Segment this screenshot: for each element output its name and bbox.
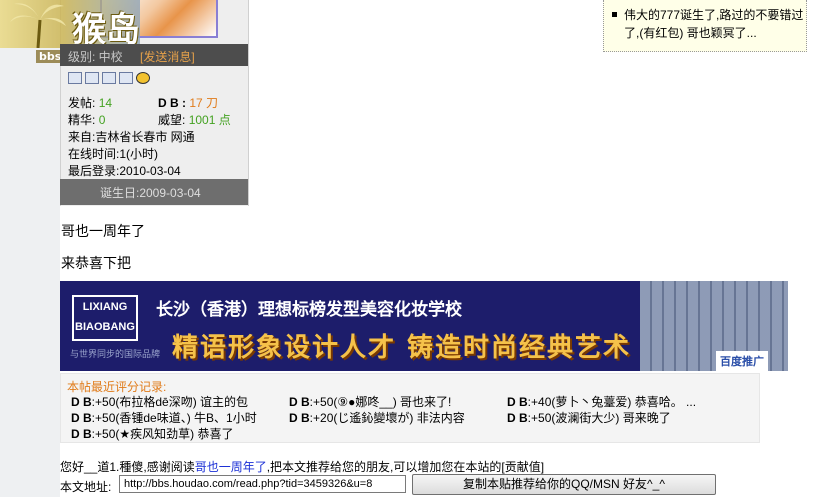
- rating-item: D B:+40(萝卜丶兔薹爱) 恭喜哈。 ...: [507, 395, 697, 409]
- baidu-promo-badge[interactable]: 百度推广: [716, 351, 768, 371]
- user-level: 级别: 中校: [68, 50, 123, 64]
- birthday-bar: 诞生日:2009-03-04: [60, 179, 248, 205]
- add-friend-icon[interactable]: [102, 72, 116, 84]
- profile-action-icons: [68, 72, 153, 86]
- post-content-line-2: 来恭喜下把: [61, 255, 131, 271]
- palm-tree-icon: [10, 3, 66, 48]
- email-icon[interactable]: [119, 72, 133, 84]
- posts-stat: 发帖: 14: [68, 96, 113, 110]
- bullet-icon: [612, 12, 617, 17]
- user-origin: 来自:吉林省长春市 网通: [68, 130, 195, 144]
- birthday-text: 诞生日:2009-03-04: [100, 186, 201, 200]
- banner-logo-tagline: 与世界同步的国际品牌: [70, 349, 161, 359]
- more-ellipsis[interactable]: ...: [686, 395, 696, 409]
- rating-item: D B:+50(波澜街大少) 哥来晚了: [507, 411, 671, 425]
- qq-penguin-icon[interactable]: [136, 72, 150, 84]
- post-title-link[interactable]: 哥也一周年了: [195, 460, 267, 474]
- rating-item: D B:+50(⑨●娜咚__) 哥也来了!: [289, 395, 452, 409]
- banner-logo: LIXIANG BIAOBANG: [72, 295, 138, 341]
- banner-slogan: 精语形象设计人才 铸造时尚经典艺术: [172, 333, 632, 363]
- db-stat: D B : 17 刀: [158, 96, 219, 110]
- post-content-line-1: 哥也一周年了: [61, 223, 145, 239]
- document-icon[interactable]: [85, 72, 99, 84]
- share-notice: 您好__道1.種傻,感谢阅读哥也一周年了,把本文推荐给您的朋友,可以增加您在本站…: [60, 460, 545, 474]
- banner-title: 长沙（香港）理想标榜发型美容化妆学校: [156, 300, 462, 319]
- last-login: 最后登录:2010-03-04: [68, 164, 181, 178]
- rating-item: D B:+50(布拉格dē深吻) 谊主的包: [71, 395, 249, 409]
- copy-share-button[interactable]: 复制本贴推荐给你的QQ/MSN 好友^_^: [412, 474, 716, 495]
- profile-card-icon[interactable]: [68, 72, 82, 84]
- url-label: 本文地址:: [60, 480, 112, 494]
- notice-box: 伟大的777诞生了,路过的不要错过了,(有红包) 哥也颖冥了...: [603, 0, 807, 52]
- notice-link[interactable]: 伟大的777诞生了,路过的不要错过了,(有红包) 哥也颖冥了...: [624, 6, 806, 42]
- prestige-stat: 威望: 1001 点: [158, 113, 231, 127]
- left-gutter: [0, 0, 60, 497]
- essence-stat: 精华: 0: [68, 113, 106, 127]
- rating-records: 本帖最近评分记录: D B:+50(布拉格dē深吻) 谊主的包 D B:+50(…: [60, 373, 760, 443]
- online-time: 在线时间:1(小时): [68, 147, 159, 161]
- rating-item: D B:+20(じ遙鈊變壞が) 非法内容: [289, 411, 465, 425]
- send-message-link[interactable]: [发送消息]: [140, 48, 195, 65]
- ad-banner[interactable]: LIXIANG BIAOBANG 与世界同步的国际品牌 长沙（香港）理想标榜发型…: [60, 281, 788, 371]
- rating-item: D B:+50(★疾风知劲草) 恭喜了: [71, 427, 234, 441]
- level-bar: 级别: 中校 [发送消息]: [60, 44, 248, 66]
- post-url-field[interactable]: http://bbs.houdao.com/read.php?tid=34593…: [119, 475, 406, 493]
- rating-item: D B:+50(香锺de味道、) 牛B、1小时: [71, 411, 257, 425]
